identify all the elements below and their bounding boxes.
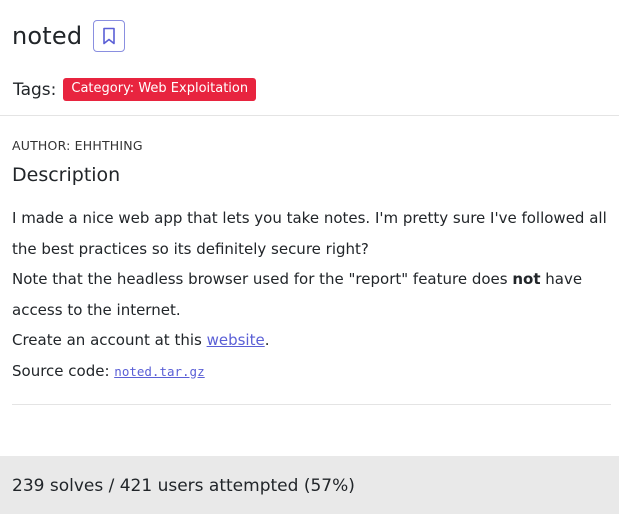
challenge-title: noted [12,22,83,50]
description-text: Create an account at this [12,331,207,349]
bookmark-button[interactable] [93,20,126,52]
website-link[interactable]: website [207,331,265,349]
tags-row: Tags: Category: Web Exploitation [13,78,257,101]
author-label: AUTHOR: EHHTHING [12,138,143,153]
category-tag-badge[interactable]: Category: Web Exploitation [63,78,257,101]
description-paragraph-3: Create an account at this website. [12,325,612,356]
description-bold-text: not [512,270,541,288]
description-heading: Description [12,164,121,186]
description-paragraph-1: I made a nice web app that lets you take… [12,209,607,258]
source-code-filename: noted.tar.gz [114,363,205,379]
source-code-label: Source code: [12,361,115,380]
challenge-page: noted Tags: Category: Web Exploitation A… [0,0,619,514]
title-row: noted [12,18,126,54]
bookmark-icon [103,27,116,45]
description-text: . [264,331,270,349]
description-paragraph-4: Source code: noted.tar.gz [12,356,612,388]
tags-label: Tags: [13,79,57,100]
header-divider [0,115,619,116]
stats-footer: 239 solves / 421 users attempted (57%) [0,456,619,514]
source-code-link[interactable]: noted.tar.gz [114,362,204,380]
solves-stats: 239 solves / 421 users attempted (57%) [12,476,355,496]
description-divider [12,404,611,405]
description-body: I made a nice web app that lets you take… [12,203,612,387]
description-text: Note that the headless browser used for … [12,270,513,288]
description-paragraph-2: Note that the headless browser used for … [12,264,612,325]
